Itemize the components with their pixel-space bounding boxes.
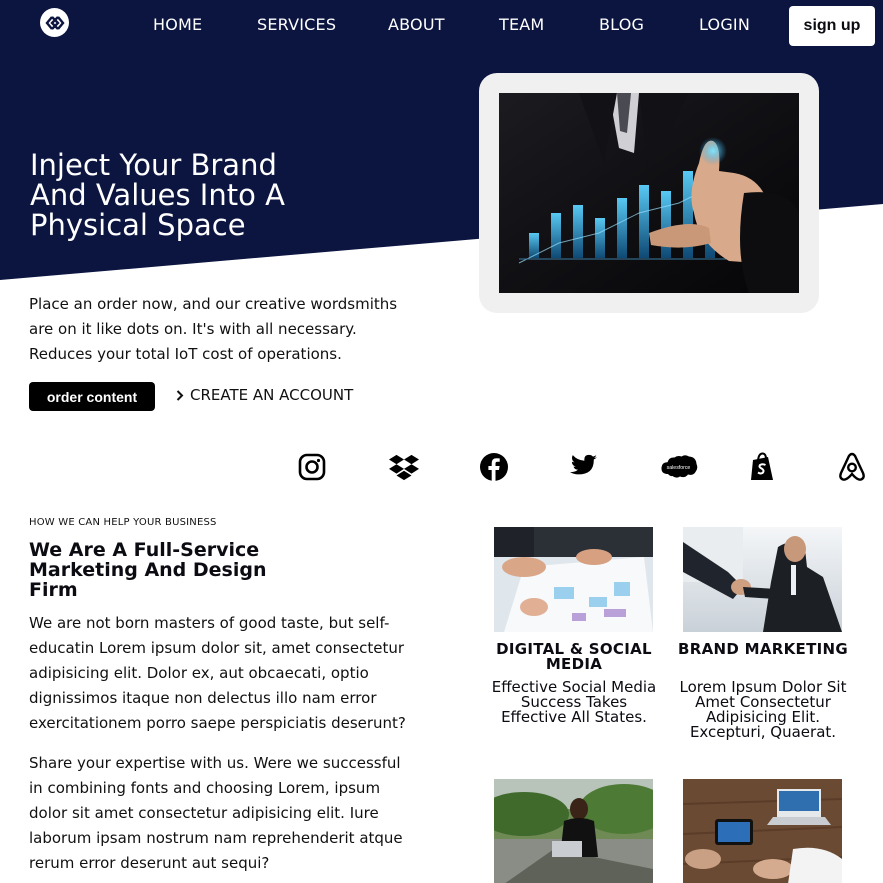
- nav-home[interactable]: HOME: [153, 15, 202, 34]
- business-growth-chart-image: [499, 93, 799, 293]
- section-paragraph-2: Share your expertise with us. Were we su…: [29, 754, 403, 872]
- card-title-digital: DIGITAL & SOCIAL MEDIA: [496, 640, 652, 673]
- team-meeting-charts-photo: [494, 527, 653, 632]
- twitter-icon[interactable]: [568, 452, 598, 482]
- woman-with-laptop-photo: [494, 779, 653, 883]
- card-text-brand: Lorem Ipsum Dolor Sit Amet Consectetur A…: [679, 678, 847, 741]
- nav-login[interactable]: LOGIN: [699, 15, 750, 34]
- nav-blog[interactable]: BLOG: [599, 15, 644, 34]
- card-text-digital: Effective Social Media Success Takes Eff…: [491, 678, 657, 726]
- sign-up-button[interactable]: sign up: [789, 6, 875, 46]
- chevron-right-icon: [176, 389, 184, 401]
- order-content-button[interactable]: order content: [29, 382, 155, 411]
- laptop-tablet-desk-photo: [683, 779, 842, 883]
- nav-about[interactable]: ABOUT: [388, 15, 445, 34]
- instagram-icon[interactable]: [297, 452, 327, 482]
- dropbox-icon[interactable]: [389, 452, 419, 482]
- airbnb-icon[interactable]: [837, 452, 867, 482]
- logo-icon[interactable]: [40, 8, 69, 37]
- card-title-brand: BRAND MARKETING: [678, 640, 848, 658]
- create-account-label: CREATE AN ACCOUNT: [190, 386, 354, 404]
- business-handshake-photo: [683, 527, 842, 632]
- section-paragraph-1: We are not born masters of good taste, b…: [29, 614, 406, 732]
- nav-services[interactable]: SERVICES: [257, 15, 336, 34]
- hero-description: Place an order now, and our creative wor…: [29, 295, 398, 363]
- hero-title: Inject Your Brand And Values Into A Phys…: [30, 148, 285, 242]
- create-account-link[interactable]: CREATE AN ACCOUNT: [176, 386, 353, 404]
- salesforce-icon[interactable]: salesforce: [660, 452, 698, 482]
- shopify-icon[interactable]: [748, 452, 778, 482]
- salesforce-wordmark: salesforce: [667, 465, 691, 471]
- section-title: We Are A Full-Service Marketing And Desi…: [29, 539, 267, 601]
- section-eyebrow: HOW WE CAN HELP YOUR BUSINESS: [29, 517, 217, 528]
- nav-team[interactable]: TEAM: [499, 15, 544, 34]
- facebook-icon[interactable]: [479, 452, 509, 482]
